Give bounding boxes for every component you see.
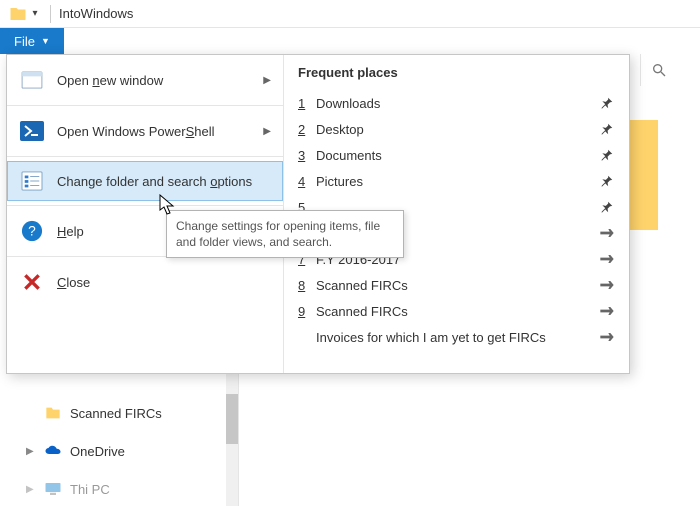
tree-item-thispc[interactable]: ▶ Thi PC bbox=[26, 476, 162, 502]
frequent-place-num: 9 bbox=[298, 304, 316, 319]
frequent-place-label: Documents bbox=[316, 148, 597, 163]
options-icon bbox=[19, 168, 45, 194]
help-icon: ? bbox=[19, 218, 45, 244]
frequent-place-num: 8 bbox=[298, 278, 316, 293]
menu-change-folder-options[interactable]: Change folder and search options bbox=[7, 161, 283, 201]
menu-label: Change folder and search options bbox=[57, 174, 271, 189]
menu-label: Open new window bbox=[57, 73, 263, 88]
pin-filled-icon[interactable] bbox=[597, 148, 617, 162]
frequent-place-item[interactable]: 9Scanned FIRCs bbox=[298, 298, 617, 324]
chevron-right-icon: ▶ bbox=[263, 75, 271, 86]
pin-filled-icon[interactable] bbox=[597, 200, 617, 214]
pin-filled-icon[interactable] bbox=[597, 96, 617, 110]
window-icon bbox=[19, 67, 45, 93]
pin-outline-icon[interactable] bbox=[597, 305, 617, 317]
frequent-place-item[interactable]: Invoices for which I am yet to get FIRCs bbox=[298, 324, 617, 350]
frequent-place-item[interactable]: 2Desktop bbox=[298, 116, 617, 142]
pin-filled-icon[interactable] bbox=[597, 122, 617, 136]
tree-item-onedrive[interactable]: ▶ OneDrive bbox=[26, 438, 162, 464]
chevron-right-icon[interactable]: ▶ bbox=[26, 484, 36, 495]
window-title: IntoWindows bbox=[59, 6, 133, 21]
folder-icon bbox=[44, 404, 62, 422]
powershell-icon bbox=[19, 118, 45, 144]
ribbon-row: File ▼ bbox=[0, 28, 700, 54]
frequent-place-label: Pictures bbox=[316, 174, 597, 189]
frequent-place-item[interactable]: 1Downloads bbox=[298, 90, 617, 116]
menu-label: Open Windows PowerShell bbox=[57, 124, 263, 139]
onedrive-icon bbox=[44, 442, 62, 460]
pin-outline-icon[interactable] bbox=[597, 253, 617, 265]
titlebar: ▾ IntoWindows bbox=[0, 0, 700, 28]
frequent-place-label: Desktop bbox=[316, 122, 597, 137]
frequent-place-label: Invoices for which I am yet to get FIRCs bbox=[316, 330, 597, 345]
frequent-place-item[interactable]: 4Pictures bbox=[298, 168, 617, 194]
frequent-place-num: 3 bbox=[298, 148, 316, 163]
frequent-place-label: Scanned FIRCs bbox=[316, 278, 597, 293]
pin-outline-icon[interactable] bbox=[597, 227, 617, 239]
tree-label: Scanned FIRCs bbox=[70, 406, 162, 421]
nav-scrollbar[interactable] bbox=[226, 374, 238, 506]
close-icon bbox=[19, 269, 45, 295]
divider bbox=[50, 5, 51, 23]
menu-open-new-window[interactable]: Open new window ▶ bbox=[7, 59, 283, 101]
separator bbox=[7, 105, 283, 106]
qat-dropdown[interactable]: ▾ bbox=[28, 8, 42, 19]
pin-outline-icon[interactable] bbox=[597, 331, 617, 343]
separator bbox=[7, 205, 283, 206]
frequent-place-num: 4 bbox=[298, 174, 316, 189]
menu-close[interactable]: Close bbox=[7, 261, 283, 303]
frequent-place-label: Scanned FIRCs bbox=[316, 304, 597, 319]
frequent-place-num: 2 bbox=[298, 122, 316, 137]
nav-tree: Scanned FIRCs ▶ OneDrive ▶ Thi PC bbox=[44, 400, 162, 502]
frequent-place-label: Downloads bbox=[316, 96, 597, 111]
folder-icon bbox=[8, 4, 28, 24]
frequent-place-item[interactable]: 3Documents bbox=[298, 142, 617, 168]
frequent-place-num: 1 bbox=[298, 96, 316, 111]
search-box[interactable] bbox=[640, 54, 700, 86]
computer-icon bbox=[44, 480, 62, 498]
file-tab[interactable]: File ▼ bbox=[0, 28, 64, 54]
menu-open-powershell[interactable]: Open Windows PowerShell ▶ bbox=[7, 110, 283, 152]
folder-content-peek bbox=[628, 120, 658, 230]
frequent-places-header: Frequent places bbox=[298, 65, 398, 80]
chevron-right-icon[interactable]: ▶ bbox=[26, 446, 36, 457]
separator bbox=[7, 156, 283, 157]
tree-label: Thi PC bbox=[70, 482, 110, 497]
chevron-right-icon: ▶ bbox=[263, 126, 271, 137]
svg-text:?: ? bbox=[28, 224, 36, 239]
frequent-place-item[interactable]: 8Scanned FIRCs bbox=[298, 272, 617, 298]
divider bbox=[238, 374, 239, 506]
scrollbar-thumb[interactable] bbox=[226, 394, 238, 444]
menu-label: Close bbox=[57, 275, 271, 290]
tooltip: Change settings for opening items, file … bbox=[166, 210, 404, 258]
pin-outline-icon[interactable] bbox=[597, 279, 617, 291]
search-icon bbox=[651, 62, 667, 78]
tree-label: OneDrive bbox=[70, 444, 125, 459]
file-tab-label: File bbox=[14, 34, 35, 49]
pin-filled-icon[interactable] bbox=[597, 174, 617, 188]
chevron-down-icon: ▼ bbox=[41, 36, 50, 46]
tree-item-scanned-fircs[interactable]: Scanned FIRCs bbox=[44, 400, 162, 426]
